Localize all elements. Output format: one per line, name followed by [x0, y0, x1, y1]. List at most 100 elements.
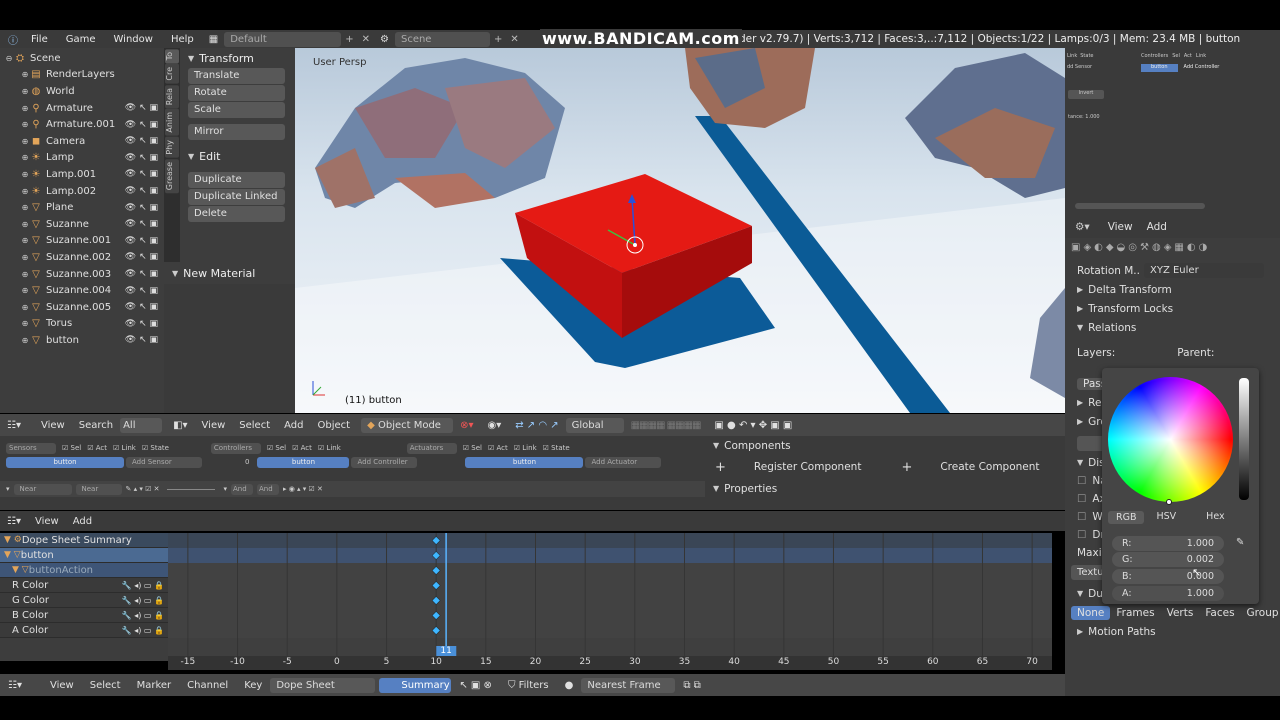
value-slider[interactable] [1239, 378, 1249, 500]
bottom-menu-key[interactable]: Key [236, 680, 270, 691]
dope-channel-row[interactable]: A Color 🔧 ◂) ▭ 🔒 [0, 623, 168, 638]
manipulator-icons[interactable]: ⇄ ↗ ◠ ↗ [508, 420, 565, 431]
dope-editor-icon[interactable]: ☷▾ [0, 516, 28, 527]
create-component-button[interactable]: Create Component [940, 461, 1039, 473]
expand-icon[interactable]: ⊕ [20, 87, 30, 96]
dope-channel-row[interactable]: ▼ ⚙ Dope Sheet Summary [0, 533, 168, 548]
visibility-icons[interactable]: 👁 ↖ ▣ [125, 169, 158, 179]
expand-icon[interactable]: ⊕ [20, 104, 30, 113]
eyedropper-icon[interactable]: ✎ [1236, 537, 1244, 548]
mirror-button[interactable]: Mirror [188, 124, 285, 140]
color-wheel[interactable] [1108, 377, 1233, 502]
scene-close-icon[interactable]: ✕ [506, 34, 522, 45]
picker-tab-hex[interactable]: Hex [1206, 511, 1224, 524]
sensor-object-field[interactable]: button [6, 456, 124, 468]
add-sensor-dropdown[interactable]: Add Sensor [126, 456, 202, 468]
act-sel-check[interactable]: ☑ Sel [463, 444, 482, 452]
props-editor-icon[interactable]: ⚙▾ [1075, 221, 1090, 233]
dope-channel-row[interactable]: R Color 🔧 ◂) ▭ 🔒 [0, 578, 168, 593]
components-header[interactable]: ▼ Components [705, 436, 1065, 455]
layers-grid[interactable]: ▦▦▦▦ ▦▦▦▦ [624, 420, 708, 431]
outliner-item[interactable]: ⊕ ▽ Suzanne.002 👁 ↖ ▣ [0, 249, 164, 266]
visibility-icons[interactable]: 👁 ↖ ▣ [125, 286, 158, 296]
name-checkbox[interactable]: ☐ [1077, 475, 1086, 487]
dope-menu-view[interactable]: View [28, 516, 66, 527]
outliner-item[interactable]: ⊕ ▽ Plane 👁 ↖ ▣ [0, 199, 164, 216]
3d-viewport[interactable]: User Persp (11) button [295, 48, 1065, 413]
info-icon[interactable]: ⓘ [0, 32, 22, 47]
ctrl-collapse-icon[interactable]: ▾ [223, 485, 227, 493]
expand-icon[interactable]: ⊕ [20, 187, 30, 196]
sensors-dropdown[interactable]: Sensors [6, 442, 56, 454]
add-actuator-dropdown[interactable]: Add Actuator [585, 456, 662, 468]
tab-create[interactable]: Cre [165, 64, 179, 85]
expand-icon[interactable]: ⊕ [20, 70, 30, 79]
visibility-icons[interactable]: 👁 ↖ ▣ [125, 153, 158, 163]
mini-scrollbar[interactable] [1075, 203, 1205, 209]
tab-physics[interactable]: Phy [165, 136, 179, 158]
new-material-header[interactable]: ▼ New Material [164, 262, 295, 284]
outliner-item[interactable]: ⊕ ◍ World [0, 83, 164, 100]
mode-dropdown[interactable]: ◆ Object Mode [361, 417, 454, 433]
transform-locks-header[interactable]: ▶ Transform Locks [1065, 299, 1280, 318]
act-state-check[interactable]: ☑ State [543, 444, 570, 452]
register-add-icon[interactable]: + [715, 460, 726, 475]
channel-expand-icon[interactable]: ▼ ▽ [12, 565, 29, 575]
visibility-icons[interactable]: 👁 ↖ ▣ [125, 252, 158, 262]
layout-field[interactable]: Default [224, 31, 342, 47]
timeline-editor-icon[interactable]: ☷▾ [0, 680, 30, 691]
view3d-menu-add[interactable]: Add [277, 420, 310, 431]
menu-window[interactable]: Window [105, 34, 162, 45]
sensor-act-check[interactable]: ☑ Act [87, 444, 107, 452]
only-selected-icon[interactable]: ● [557, 680, 582, 691]
render-tools-icons[interactable]: ▣ ● ↶ ▾ ✥ ▣ ▣ [707, 420, 799, 431]
expand-icon[interactable]: ⊕ [20, 170, 30, 179]
register-component-button[interactable]: Register Component [754, 461, 862, 473]
expand-icon[interactable]: ⊕ [20, 220, 30, 229]
g-slider[interactable]: G: 0.002 [1112, 552, 1224, 567]
visibility-icons[interactable]: 👁 ↖ ▣ [125, 319, 158, 329]
channel-expand-icon[interactable]: ▼ ⚙ [4, 535, 22, 545]
filter-icons[interactable]: ↖ ▣ ⊗ [451, 680, 500, 691]
outliner-item[interactable]: ⊕ ☀ Lamp.001 👁 ↖ ▣ [0, 166, 164, 183]
ctrl-tools-icons[interactable]: ▸ ◉ ▴ ▾ ☑ ✕ [283, 485, 323, 493]
visibility-icons[interactable]: 👁 ↖ ▣ [125, 269, 158, 279]
dup-faces[interactable]: Faces [1199, 607, 1240, 619]
logic-menu-search[interactable]: Search [72, 420, 120, 431]
outliner-item[interactable]: ⊕ ▽ Suzanne.005 👁 ↖ ▣ [0, 299, 164, 316]
layout-icon[interactable]: ▦ [203, 34, 224, 45]
controllers-dropdown[interactable]: Controllers [210, 442, 261, 454]
snap-dropdown[interactable]: Nearest Frame [581, 677, 676, 693]
expand-icon[interactable]: ⊕ [20, 203, 30, 212]
expand-icon[interactable]: ⊖ [4, 54, 14, 63]
orientation-dropdown[interactable]: Global [565, 417, 624, 433]
duplicate-button[interactable]: Duplicate [188, 172, 285, 188]
expand-icon[interactable]: ⊕ [20, 120, 30, 129]
outliner-item[interactable]: ⊖ ⛭ Scene [0, 50, 164, 67]
expand-icon[interactable]: ⊕ [20, 153, 30, 162]
view3d-menu-object[interactable]: Object [311, 420, 358, 431]
bottom-menu-select[interactable]: Select [82, 680, 129, 691]
outliner-item[interactable]: ⊕ ▤ RenderLayers [0, 67, 164, 84]
tab-relations[interactable]: Rela [165, 85, 179, 109]
visibility-icons[interactable]: 👁 ↖ ▣ [125, 219, 158, 229]
dope-channel-row[interactable]: ▼ ▽ buttonAction [0, 563, 168, 578]
axis-checkbox[interactable]: ☐ [1077, 493, 1086, 505]
layout-add-icon[interactable]: + [341, 34, 357, 45]
outliner-item[interactable]: ⊕ ▽ Suzanne.001 👁 ↖ ▣ [0, 233, 164, 250]
outliner-item[interactable]: ⊕ ▽ Suzanne.004 👁 ↖ ▣ [0, 282, 164, 299]
rotate-button[interactable]: Rotate [188, 85, 285, 101]
a-slider[interactable]: A: 1.000 [1112, 586, 1224, 601]
translate-button[interactable]: Translate [188, 68, 285, 84]
actuator-object-field[interactable]: button [465, 456, 584, 468]
viewport-shading-icon[interactable]: ⊗▾ [453, 420, 480, 431]
draw-checkbox[interactable]: ☐ [1077, 529, 1086, 541]
editor-type-icon[interactable]: ☷▾ [0, 420, 28, 431]
visibility-icons[interactable]: 👁 ↖ ▣ [125, 203, 158, 213]
dope-channel-row[interactable]: G Color 🔧 ◂) ▭ 🔒 [0, 593, 168, 608]
menu-game[interactable]: Game [57, 34, 105, 45]
channel-tool-icons[interactable]: 🔧 ◂) ▭ 🔒 [122, 581, 164, 590]
frame-ruler[interactable]: -15 -10 -5 0 5 10 15 20 25 30 35 40 45 50 55 60 65 70 11 [168, 646, 1052, 670]
outliner-item[interactable]: ⊕ ◼ Camera 👁 ↖ ▣ [0, 133, 164, 150]
channel-tool-icons[interactable]: 🔧 ◂) ▭ 🔒 [122, 611, 164, 620]
